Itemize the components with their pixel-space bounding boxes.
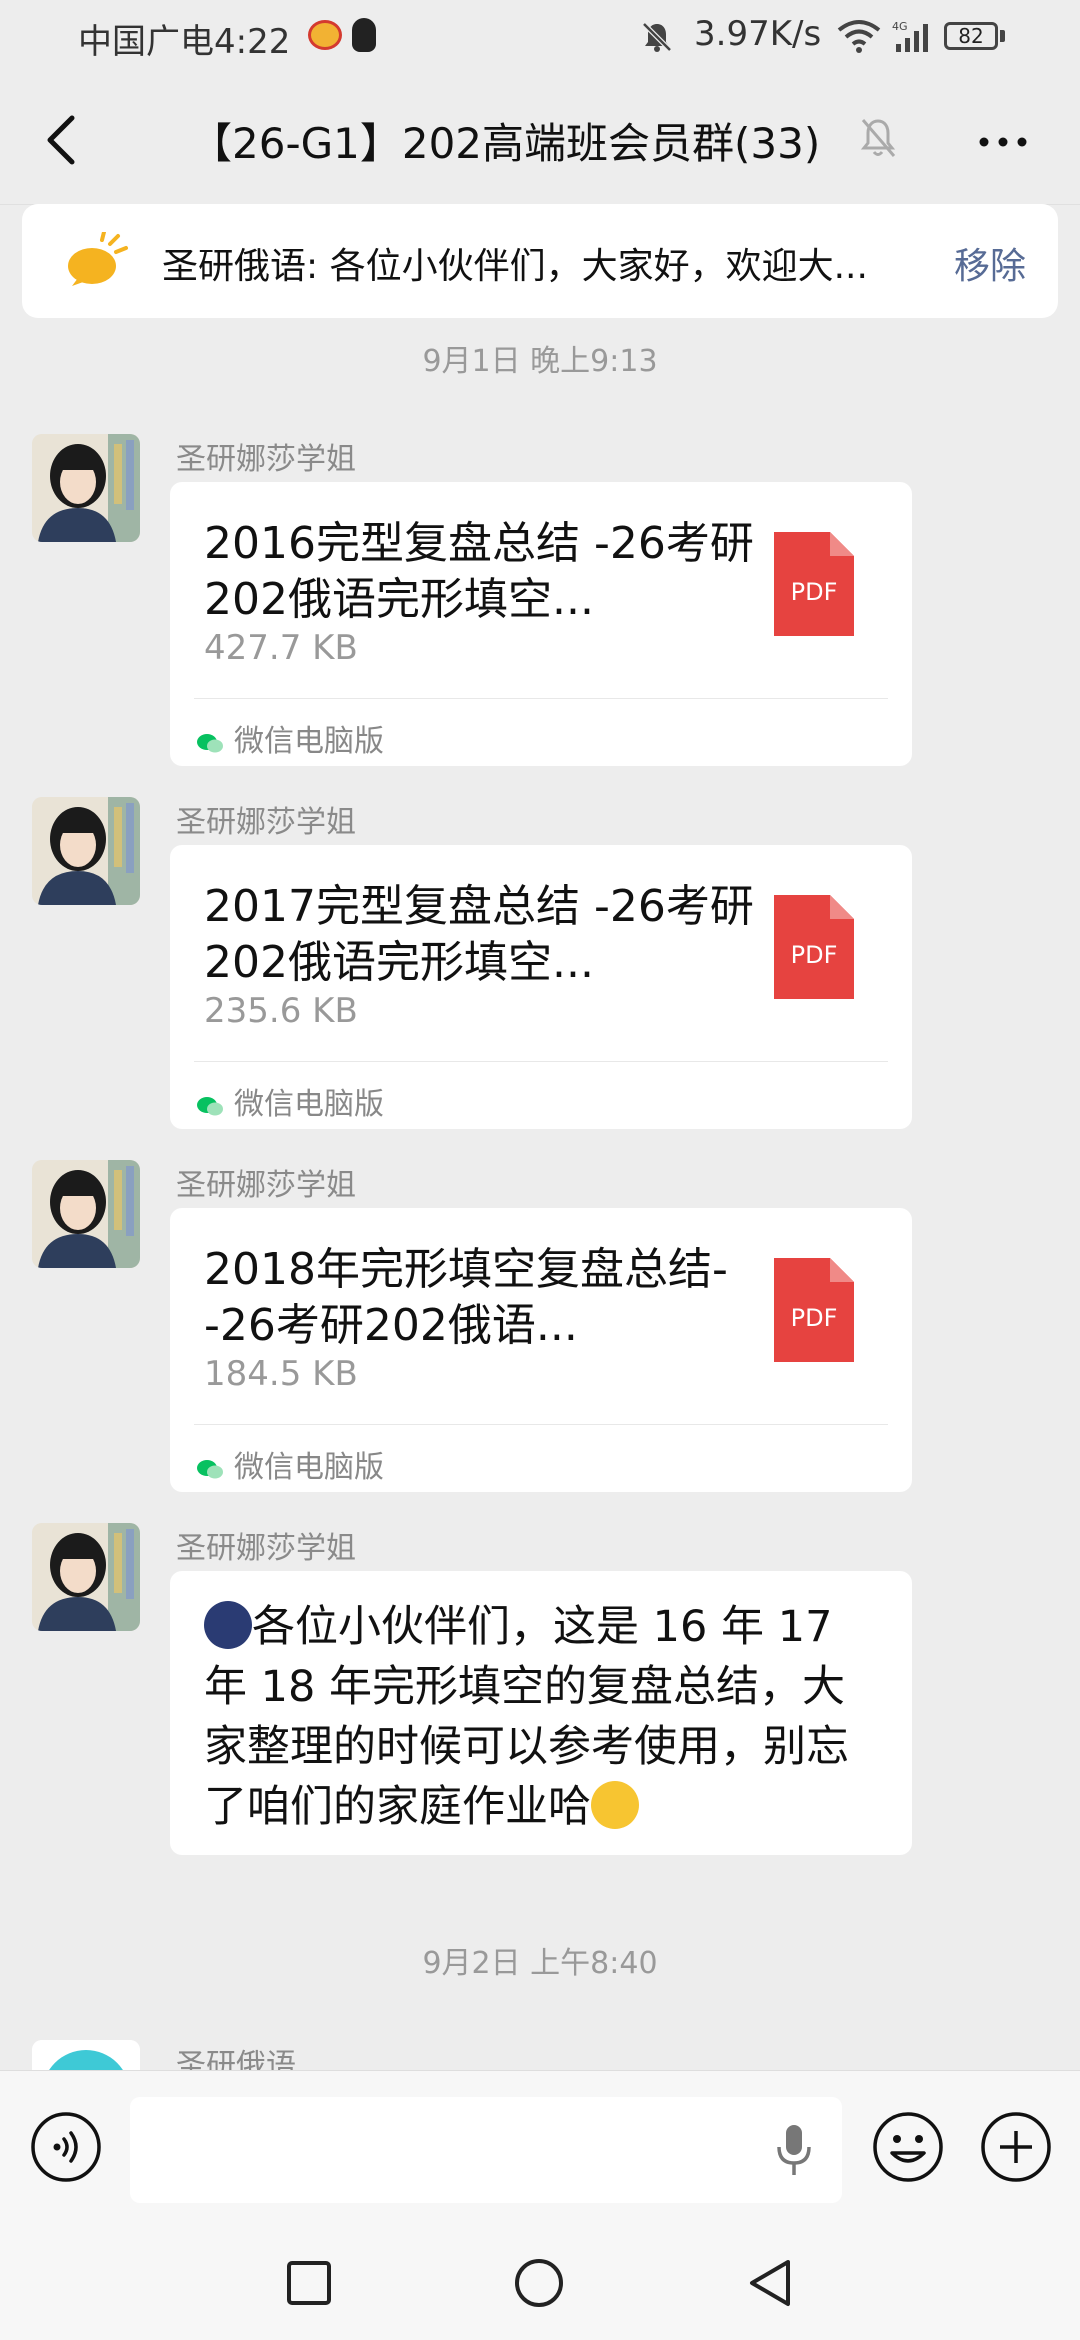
sender-name: 圣研俄语 bbox=[176, 2048, 296, 2070]
sender-name: 圣研娜莎学姐 bbox=[176, 805, 356, 840]
file-message-bubble[interactable]: 2018年完形填空复盘总结- -26考研202俄语... 184.5 KB PD… bbox=[170, 1208, 912, 1492]
avatar-image bbox=[32, 797, 140, 905]
wechat-icon bbox=[197, 1459, 223, 1478]
recent-apps-icon[interactable] bbox=[286, 2260, 332, 2306]
battery-cap bbox=[1000, 30, 1005, 42]
chat-input-bar bbox=[0, 2070, 1080, 2227]
microphone-icon[interactable] bbox=[774, 2123, 814, 2177]
message-text: 各位小伙伴们，这是 16 年 17 年 18 年完形填空的复盘总结，大家整理的时… bbox=[204, 1602, 849, 1832]
wechat-icon bbox=[197, 733, 223, 752]
file-source: 微信电脑版 bbox=[196, 1442, 384, 1486]
net-speed: 3.97K/s bbox=[694, 14, 822, 54]
chat-header: 【26-G1】202高端班会员群(33) bbox=[0, 76, 1080, 205]
file-size: 184.5 KB bbox=[204, 1354, 358, 1394]
source-label: 微信电脑版 bbox=[234, 1450, 384, 1485]
pdf-file-icon: PDF bbox=[774, 532, 854, 636]
announcement-icon bbox=[68, 232, 128, 286]
pdf-file-icon: PDF bbox=[774, 1258, 854, 1362]
voice-mode-icon[interactable] bbox=[30, 2111, 102, 2183]
file-message-bubble[interactable]: 2016完型复盘总结 -26考研202俄语完形填空... 427.7 KB PD… bbox=[170, 482, 912, 766]
avatar-image bbox=[32, 434, 140, 542]
file-name: 2018年完形填空复盘总结- -26考研202俄语... bbox=[204, 1244, 728, 1351]
wifi-icon bbox=[837, 20, 881, 53]
text-message-bubble[interactable]: 各位小伙伴们，这是 16 年 17 年 18 年完形填空的复盘总结，大家整理的时… bbox=[170, 1571, 912, 1855]
avatar-image bbox=[32, 1160, 140, 1268]
message-row: 圣研俄语 bbox=[0, 2040, 1080, 2070]
chat-title[interactable]: 【26-G1】202高端班会员群(33) bbox=[190, 110, 820, 171]
home-icon[interactable] bbox=[514, 2258, 564, 2308]
timestamp: 9月2日 上午8:40 bbox=[422, 1946, 658, 1981]
pinned-notice-bar[interactable]: 圣研俄语: 各位小伙伴们，大家好，欢迎大... 移除 bbox=[22, 204, 1058, 318]
divider bbox=[194, 1424, 888, 1425]
signal-icon: 4G bbox=[892, 20, 928, 52]
carrier-time: 中国广电4:22 bbox=[78, 22, 291, 62]
wechat-icon bbox=[197, 1096, 223, 1115]
wink-emoji-icon bbox=[591, 1781, 639, 1829]
file-source: 微信电脑版 bbox=[196, 716, 384, 760]
file-type-label: PDF bbox=[791, 1304, 838, 1332]
file-message-bubble[interactable]: 2017完型复盘总结 -26考研202俄语完形填空... 235.6 KB PD… bbox=[170, 845, 912, 1129]
file-size: 427.7 KB bbox=[204, 628, 358, 668]
avatar[interactable] bbox=[32, 434, 140, 542]
emoji-picker-icon[interactable] bbox=[872, 2111, 944, 2183]
more-actions-plus-icon[interactable] bbox=[980, 2111, 1052, 2183]
file-source: 微信电脑版 bbox=[196, 1079, 384, 1123]
file-type-label: PDF bbox=[791, 941, 838, 969]
qq-notification-icon bbox=[352, 18, 376, 52]
file-name: 2017完型复盘总结 -26考研202俄语完形填空... bbox=[204, 881, 754, 988]
source-label: 微信电脑版 bbox=[234, 724, 384, 759]
sender-name: 圣研娜莎学姐 bbox=[176, 442, 356, 477]
remove-notice-button[interactable]: 移除 bbox=[954, 237, 1026, 289]
avatar[interactable] bbox=[32, 1160, 140, 1268]
file-size: 235.6 KB bbox=[204, 991, 358, 1031]
pdf-file-icon: PDF bbox=[774, 895, 854, 999]
avatar[interactable] bbox=[32, 797, 140, 905]
system-back-icon[interactable] bbox=[748, 2258, 792, 2308]
notice-text: 圣研俄语: 各位小伙伴们，大家好，欢迎大... bbox=[162, 246, 868, 287]
avatar-image bbox=[32, 2040, 140, 2070]
status-bar: 中国广电4:22 3.97K/s 4G 82 bbox=[0, 0, 1080, 76]
divider bbox=[194, 698, 888, 699]
file-name: 2016完型复盘总结 -26考研202俄语完形填空... bbox=[204, 518, 754, 625]
weibo-notification-icon bbox=[308, 20, 342, 50]
message-input[interactable] bbox=[130, 2097, 842, 2203]
do-not-disturb-icon bbox=[642, 22, 672, 52]
avatar[interactable] bbox=[32, 2040, 140, 2070]
avatar[interactable] bbox=[32, 1523, 140, 1631]
divider bbox=[194, 1061, 888, 1062]
message-text-block: 各位小伙伴们，这是 16 年 17 年 18 年完形填空的复盘总结，大家整理的时… bbox=[204, 1597, 888, 1837]
back-chevron-icon[interactable] bbox=[38, 112, 88, 168]
moon-emoji-icon bbox=[204, 1601, 252, 1649]
sender-name: 圣研娜莎学姐 bbox=[176, 1531, 356, 1566]
network-type: 4G bbox=[892, 20, 908, 33]
battery-indicator: 82 bbox=[944, 22, 998, 50]
timestamp: 9月1日 晚上9:13 bbox=[422, 344, 658, 379]
avatar-image bbox=[32, 1523, 140, 1631]
system-navigation-bar bbox=[0, 2226, 1080, 2340]
source-label: 微信电脑版 bbox=[234, 1087, 384, 1122]
sender-name: 圣研娜莎学姐 bbox=[176, 1168, 356, 1203]
bell-muted-icon bbox=[860, 119, 896, 157]
more-dots-icon[interactable] bbox=[976, 122, 1030, 162]
file-type-label: PDF bbox=[791, 578, 838, 606]
